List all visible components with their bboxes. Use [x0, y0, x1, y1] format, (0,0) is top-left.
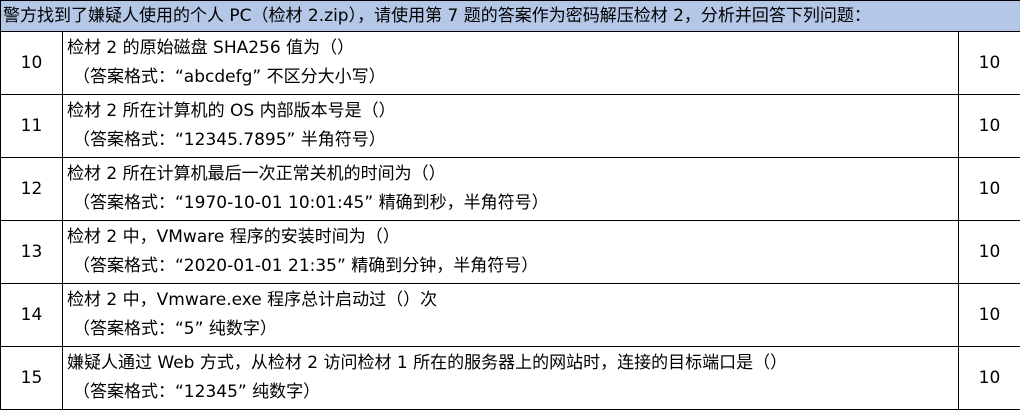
question-score: 10: [958, 283, 1020, 347]
question-text: 检材 2 的原始磁盘 SHA256 值为（）: [67, 38, 355, 58]
question-row-15: 15 嫌疑人通过 Web 方式，从检材 2 访问检材 1 所在的服务器上的网站时…: [0, 346, 1020, 410]
question-number: 14: [0, 283, 63, 347]
question-score: 10: [958, 157, 1020, 221]
question-cell: 检材 2 的原始磁盘 SHA256 值为（） （答案格式：“abcdefg” 不…: [62, 31, 959, 95]
answer-format: （答案格式：“12345.7895” 半角符号）: [73, 130, 386, 150]
question-score: 10: [958, 346, 1020, 410]
answer-format: （答案格式：“abcdefg” 不区分大小写）: [73, 67, 386, 87]
question-cell: 检材 2 所在计算机的 OS 内部版本号是（） （答案格式：“12345.789…: [62, 94, 959, 158]
question-row-14: 14 检材 2 中，Vmware.exe 程序总计启动过（）次 （答案格式：“5…: [0, 283, 1020, 347]
question-score: 10: [958, 31, 1020, 95]
question-cell: 检材 2 所在计算机最后一次正常关机的时间为（） （答案格式：“1970-10-…: [62, 157, 959, 221]
question-row-10: 10 检材 2 的原始磁盘 SHA256 值为（） （答案格式：“abcdefg…: [0, 31, 1020, 95]
question-row-12: 12 检材 2 所在计算机最后一次正常关机的时间为（） （答案格式：“1970-…: [0, 157, 1020, 221]
question-text: 检材 2 所在计算机最后一次正常关机的时间为（）: [67, 164, 446, 184]
section-header: 警方找到了嫌疑人使用的个人 PC（检材 2.zip），请使用第 7 题的答案作为…: [0, 0, 1020, 32]
answer-format: （答案格式：“5” 纯数字）: [73, 319, 277, 339]
question-text: 检材 2 中，Vmware.exe 程序总计启动过（）次: [67, 290, 438, 310]
table-header-row: 警方找到了嫌疑人使用的个人 PC（检材 2.zip），请使用第 7 题的答案作为…: [0, 0, 1020, 32]
answer-format: （答案格式：“1970-10-01 10:01:45” 精确到秒，半角符号）: [73, 193, 549, 213]
question-text: 嫌疑人通过 Web 方式，从检材 2 访问检材 1 所在的服务器上的网站时，连接…: [67, 353, 788, 373]
question-number: 12: [0, 157, 63, 221]
question-number: 13: [0, 220, 63, 284]
question-number: 10: [0, 31, 63, 95]
question-cell: 嫌疑人通过 Web 方式，从检材 2 访问检材 1 所在的服务器上的网站时，连接…: [62, 346, 959, 410]
answer-format: （答案格式：“12345” 纯数字）: [73, 382, 321, 402]
question-table: 警方找到了嫌疑人使用的个人 PC（检材 2.zip），请使用第 7 题的答案作为…: [0, 0, 1020, 410]
question-text: 检材 2 所在计算机的 OS 内部版本号是（）: [67, 101, 396, 121]
question-score: 10: [958, 94, 1020, 158]
answer-format: （答案格式：“2020-01-01 21:35” 精确到分钟，半角符号）: [73, 256, 539, 276]
question-cell: 检材 2 中，Vmware.exe 程序总计启动过（）次 （答案格式：“5” 纯…: [62, 283, 959, 347]
question-number: 11: [0, 94, 63, 158]
question-row-11: 11 检材 2 所在计算机的 OS 内部版本号是（） （答案格式：“12345.…: [0, 94, 1020, 158]
question-number: 15: [0, 346, 63, 410]
question-cell: 检材 2 中，VMware 程序的安装时间为（） （答案格式：“2020-01-…: [62, 220, 959, 284]
question-text: 检材 2 中，VMware 程序的安装时间为（）: [67, 227, 400, 247]
question-score: 10: [958, 220, 1020, 284]
question-row-13: 13 检材 2 中，VMware 程序的安装时间为（） （答案格式：“2020-…: [0, 220, 1020, 284]
